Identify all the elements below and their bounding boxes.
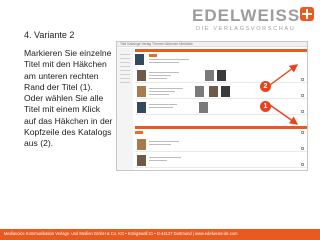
title-checkbox[interactable] (301, 78, 304, 81)
select-all-checkbox[interactable] (301, 131, 304, 134)
catalog-section (135, 126, 307, 136)
screenshot-nav-bar: Titel Kataloge Verlag Themen Aktionen Me… (117, 42, 307, 47)
title-cover (137, 155, 146, 166)
title-checkbox[interactable] (301, 147, 304, 150)
brand-logo: EDELWEISS DIE VERLAGSVORSCHAU (192, 6, 314, 34)
catalog-label (149, 54, 157, 57)
instructions-text: Markieren Sie einzelne Titel mit den Häk… (24, 48, 113, 149)
screenshot-sidebar (117, 48, 133, 170)
title-row[interactable] (135, 154, 307, 168)
title-checkbox[interactable] (301, 110, 304, 113)
title-checkbox[interactable] (301, 94, 304, 97)
title-cover (137, 139, 146, 150)
title-image (221, 86, 230, 97)
slide-title: 4. Variante 2 (24, 30, 75, 40)
title-image (195, 86, 204, 97)
title-image (205, 70, 214, 81)
catalog-header-bar (135, 49, 307, 52)
annotation-badge-2: 2 (260, 81, 271, 92)
title-image (199, 102, 208, 113)
title-cover (137, 86, 146, 97)
title-image (217, 70, 226, 81)
brand-name: EDELWEISS (192, 6, 301, 25)
title-checkbox[interactable] (301, 163, 304, 166)
footer-text: Mediavoice Kommunikation Verlags- und Me… (4, 231, 238, 236)
title-row[interactable] (135, 101, 307, 115)
brand-subtitle: DIE VERLAGSVORSCHAU (196, 26, 296, 32)
section-label (135, 131, 143, 134)
title-image (209, 86, 218, 97)
title-row[interactable] (135, 138, 307, 152)
title-cover (137, 102, 146, 113)
title-row[interactable] (135, 69, 307, 83)
plus-cross-icon (300, 7, 314, 21)
catalog-header-section (135, 49, 307, 67)
title-cover (137, 70, 146, 81)
catalog-section-header (135, 126, 307, 129)
title-row[interactable] (135, 85, 307, 99)
catalog-screenshot: Titel Kataloge Verlag Themen Aktionen Me… (116, 41, 308, 171)
annotation-badge-1: 1 (260, 101, 271, 112)
catalog-cover-thumbnail (135, 54, 144, 65)
